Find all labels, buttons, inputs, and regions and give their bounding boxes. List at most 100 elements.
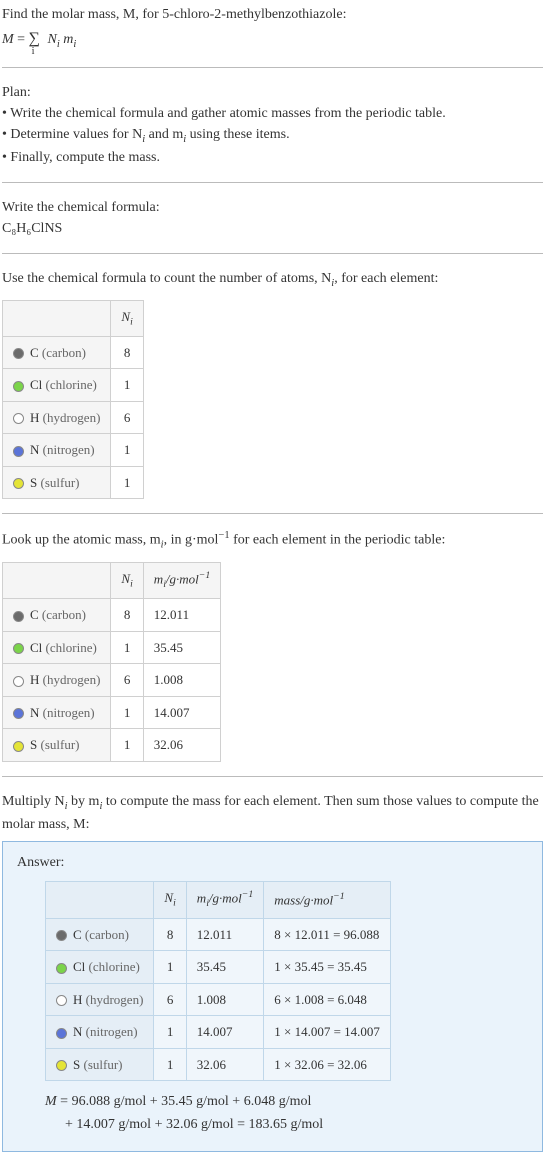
mass-cell: 8 × 12.011 = 96.088 — [264, 918, 391, 951]
element-cell: N (nitrogen) — [3, 434, 111, 467]
element-name: (chlorine) — [46, 640, 97, 655]
element-symbol: Cl — [30, 640, 42, 655]
element-cell: S (sulfur) — [3, 466, 111, 499]
mi-cell: 32.06 — [186, 1048, 263, 1081]
ni-cell: 6 — [154, 983, 186, 1016]
element-symbol: C — [30, 345, 39, 360]
element-cell: N (nitrogen) — [46, 1016, 154, 1049]
plan-bullet-1: • Write the chemical formula and gather … — [2, 103, 543, 124]
table-row: C (carbon)8 — [3, 336, 144, 369]
element-dot-icon — [56, 995, 67, 1006]
element-name: (sulfur) — [83, 1057, 122, 1072]
table-row: C (carbon)812.011 — [3, 599, 221, 632]
element-name: (carbon) — [42, 607, 86, 622]
element-symbol: C — [73, 927, 82, 942]
mi-cell: 12.011 — [186, 918, 263, 951]
element-dot-icon — [13, 676, 24, 687]
table-row: N (nitrogen)114.007 — [3, 696, 221, 729]
element-cell: H (hydrogen) — [3, 664, 111, 697]
divider — [2, 253, 543, 254]
element-cell: C (carbon) — [46, 918, 154, 951]
element-dot-icon — [13, 478, 24, 489]
ni-cell: 8 — [111, 336, 143, 369]
mi-cell: 32.06 — [143, 729, 220, 762]
table-row: C (carbon)812.0118 × 12.011 = 96.088 — [46, 918, 391, 951]
ni-cell: 1 — [154, 1048, 186, 1081]
write-formula-heading: Write the chemical formula: — [2, 197, 543, 218]
mass-cell: 6 × 1.008 = 6.048 — [264, 983, 391, 1016]
ni-cell: 1 — [111, 466, 143, 499]
element-name: (chlorine) — [89, 959, 140, 974]
ni-cell: 1 — [154, 951, 186, 984]
element-dot-icon — [56, 963, 67, 974]
plan-bullet-2: • Determine values for Ni and mi using t… — [2, 124, 543, 148]
element-symbol: H — [30, 410, 39, 425]
element-dot-icon — [13, 741, 24, 752]
mi-cell: 14.007 — [186, 1016, 263, 1049]
table-row: N (nitrogen)114.0071 × 14.007 = 14.007 — [46, 1016, 391, 1049]
chemical-formula: C₈H₆ClNS — [2, 218, 543, 239]
element-cell: C (carbon) — [3, 599, 111, 632]
formula-M: M = — [2, 32, 29, 47]
element-symbol: C — [30, 607, 39, 622]
element-name: (hydrogen) — [43, 672, 101, 687]
answer-eq-line1: M = 96.088 g/mol + 35.45 g/mol + 6.048 g… — [17, 1091, 528, 1112]
col-element — [3, 562, 111, 599]
mi-cell: 1.008 — [186, 983, 263, 1016]
element-cell: Cl (chlorine) — [3, 369, 111, 402]
answer-label: Answer: — [17, 852, 528, 873]
element-dot-icon — [13, 446, 24, 457]
ni-cell: 1 — [111, 369, 143, 402]
element-cell: Cl (chlorine) — [3, 631, 111, 664]
table-row: N (nitrogen)1 — [3, 434, 144, 467]
element-name: (hydrogen) — [86, 992, 144, 1007]
element-cell: S (sulfur) — [3, 729, 111, 762]
atomic-mass-table: Ni mi/g·mol−1 C (carbon)812.011Cl (chlor… — [2, 562, 221, 762]
col-ni: Ni — [111, 562, 143, 599]
col-ni: Ni — [111, 300, 143, 336]
ni-cell: 6 — [111, 401, 143, 434]
col-element — [3, 300, 111, 336]
ni-cell: 6 — [111, 664, 143, 697]
atom-count-table: Ni C (carbon)8Cl (chlorine)1H (hydrogen)… — [2, 300, 144, 500]
element-name: (nitrogen) — [43, 705, 95, 720]
element-dot-icon — [56, 1028, 67, 1039]
element-dot-icon — [13, 708, 24, 719]
element-symbol: N — [73, 1024, 82, 1039]
col-ni: Ni — [154, 882, 186, 919]
table-row: H (hydrogen)61.0086 × 1.008 = 6.048 — [46, 983, 391, 1016]
col-mi: mi/g·mol−1 — [186, 882, 263, 919]
element-dot-icon — [13, 348, 24, 359]
element-symbol: S — [30, 475, 37, 490]
element-name: (carbon) — [85, 927, 129, 942]
col-mass: mass/g·mol−1 — [264, 882, 391, 919]
multiply-text: Multiply Ni by mi to compute the mass fo… — [2, 791, 543, 836]
answer-eq-line2: + 14.007 g/mol + 32.06 g/mol = 183.65 g/… — [17, 1114, 528, 1135]
ni-cell: 1 — [111, 434, 143, 467]
molar-mass-formula: M = ∑ i Ni mi — [2, 27, 543, 53]
ni-cell: 8 — [154, 918, 186, 951]
col-element — [46, 882, 154, 919]
element-symbol: N — [30, 705, 39, 720]
element-symbol: H — [73, 992, 82, 1007]
divider — [2, 67, 543, 68]
element-symbol: N — [30, 442, 39, 457]
element-symbol: Cl — [30, 377, 42, 392]
ni-cell: 1 — [111, 631, 143, 664]
table-row: S (sulfur)132.061 × 32.06 = 32.06 — [46, 1048, 391, 1081]
element-symbol: S — [30, 737, 37, 752]
element-dot-icon — [13, 381, 24, 392]
mass-cell: 1 × 14.007 = 14.007 — [264, 1016, 391, 1049]
table-row: S (sulfur)132.06 — [3, 729, 221, 762]
divider — [2, 513, 543, 514]
sigma-icon: ∑ i — [29, 32, 44, 47]
ni-cell: 1 — [154, 1016, 186, 1049]
table-row: Cl (chlorine)135.451 × 35.45 = 35.45 — [46, 951, 391, 984]
element-cell: H (hydrogen) — [46, 983, 154, 1016]
mass-cell: 1 × 35.45 = 35.45 — [264, 951, 391, 984]
count-atoms-text: Use the chemical formula to count the nu… — [2, 268, 543, 292]
table-row: H (hydrogen)6 — [3, 401, 144, 434]
formula-Ni: Ni — [47, 32, 59, 47]
mi-cell: 14.007 — [143, 696, 220, 729]
element-dot-icon — [13, 643, 24, 654]
